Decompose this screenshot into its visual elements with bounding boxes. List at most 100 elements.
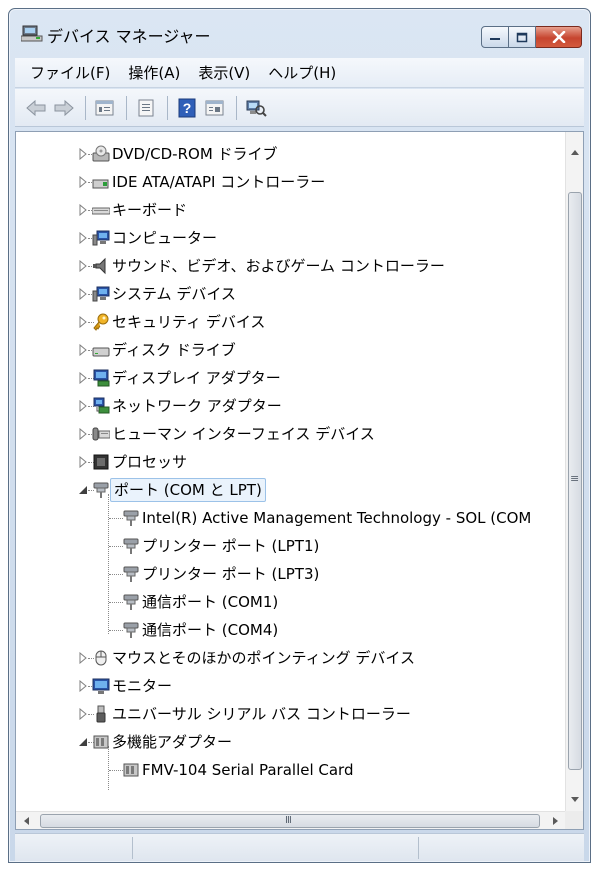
scroll-left-arrow-icon[interactable] xyxy=(22,816,30,826)
menu-file[interactable]: ファイル(F) xyxy=(21,62,119,83)
system-device-icon xyxy=(92,286,110,302)
device-tree-panel[interactable]: DVD/CD-ROM ドライブ IDE ATA/ATAPI コントローラー キーボー… xyxy=(15,131,584,830)
tree-item-label: コンピューター xyxy=(112,229,218,247)
view-icon xyxy=(205,100,224,115)
expand-arrow-icon[interactable] xyxy=(78,204,88,216)
device-tree[interactable]: DVD/CD-ROM ドライブ IDE ATA/ATAPI コントローラー キーボー… xyxy=(16,132,565,813)
scroll-grip-icon: Ⅲ xyxy=(285,815,292,826)
port-icon xyxy=(123,566,139,582)
tree-item-device[interactable]: FMV-104 Serial Parallel Card xyxy=(16,756,565,784)
expand-arrow-icon[interactable] xyxy=(78,680,88,692)
tree-item-label: Intel(R) Active Management Technology - … xyxy=(142,509,532,527)
tree-item-category[interactable]: セキュリティ デバイス xyxy=(16,308,565,336)
show-hidden-button[interactable] xyxy=(92,95,118,121)
hid-icon xyxy=(92,427,110,441)
tree-item-label: 多機能アダプター xyxy=(112,733,233,751)
back-button[interactable] xyxy=(23,95,49,121)
maximize-button[interactable] xyxy=(509,26,536,48)
expand-arrow-icon[interactable] xyxy=(78,344,88,356)
tree-item-category[interactable]: ユニバーサル シリアル バス コントローラー xyxy=(16,700,565,728)
scan-hardware-button[interactable] xyxy=(243,95,269,121)
tree-item-category[interactable]: ディスプレイ アダプター xyxy=(16,364,565,392)
tree-item-category[interactable]: キーボード xyxy=(16,196,565,224)
scrollbar-corner xyxy=(565,811,583,829)
forward-button[interactable] xyxy=(51,95,77,121)
show-hidden-icon xyxy=(95,100,114,115)
expand-arrow-icon[interactable] xyxy=(78,148,88,160)
menu-action[interactable]: 操作(A) xyxy=(119,62,189,83)
help-button[interactable]: ? xyxy=(174,95,200,121)
collapse-arrow-icon[interactable] xyxy=(78,736,88,748)
close-button[interactable] xyxy=(536,26,582,48)
tree-item-category[interactable]: ポート (COM と LPT) xyxy=(16,476,565,504)
tree-item-device[interactable]: プリンター ポート (LPT1) xyxy=(16,532,565,560)
vertical-scrollbar[interactable]: ≡ xyxy=(565,132,583,813)
multifunction-adapter-icon xyxy=(93,735,109,749)
processor-icon xyxy=(93,454,109,470)
back-arrow-icon xyxy=(26,99,46,116)
expand-arrow-icon[interactable] xyxy=(78,372,88,384)
tree-item-label: 通信ポート (COM1) xyxy=(142,593,279,611)
usb-icon xyxy=(96,705,106,723)
expand-arrow-icon[interactable] xyxy=(78,176,88,188)
expand-arrow-icon[interactable] xyxy=(78,316,88,328)
expand-arrow-icon[interactable] xyxy=(78,428,88,440)
window-title: デバイス マネージャー xyxy=(47,27,211,46)
tree-item-category[interactable]: サウンド、ビデオ、およびゲーム コントローラー xyxy=(16,252,565,280)
tree-item-device[interactable]: 通信ポート (COM4) xyxy=(16,616,565,644)
menu-bar: ファイル(F) 操作(A) 表示(V) ヘルプ(H) xyxy=(15,58,584,88)
expand-arrow-icon[interactable] xyxy=(78,456,88,468)
tree-item-label: ディスク ドライブ xyxy=(112,341,236,359)
scroll-down-arrow-icon[interactable] xyxy=(570,796,580,804)
dvd-drive-icon xyxy=(92,145,110,162)
status-cell xyxy=(15,837,133,859)
tree-guide-line xyxy=(109,518,123,519)
expand-arrow-icon[interactable] xyxy=(78,232,88,244)
maximize-icon xyxy=(516,32,528,42)
tree-item-device[interactable]: プリンター ポート (LPT3) xyxy=(16,560,565,588)
scan-hardware-icon xyxy=(246,100,267,117)
expand-arrow-icon[interactable] xyxy=(78,400,88,412)
status-bar xyxy=(15,833,584,861)
tree-item-category[interactable]: ネットワーク アダプター xyxy=(16,392,565,420)
tree-item-category[interactable]: システム デバイス xyxy=(16,280,565,308)
toolbar-separator xyxy=(126,95,127,120)
menu-help[interactable]: ヘルプ(H) xyxy=(259,62,345,83)
toolbar-separator xyxy=(85,95,86,120)
collapse-arrow-icon[interactable] xyxy=(78,484,88,496)
tree-item-label: モニター xyxy=(112,677,173,695)
vertical-scroll-thumb[interactable]: ≡ xyxy=(568,192,582,770)
port-icon xyxy=(123,622,139,638)
horizontal-scrollbar[interactable]: Ⅲ xyxy=(16,811,565,829)
tree-item-category[interactable]: IDE ATA/ATAPI コントローラー xyxy=(16,168,565,196)
port-icon xyxy=(123,594,139,610)
expand-arrow-icon[interactable] xyxy=(78,260,88,272)
scroll-up-arrow-icon[interactable] xyxy=(570,148,580,156)
tree-item-category[interactable]: コンピューター xyxy=(16,224,565,252)
tree-guide-line xyxy=(109,574,123,575)
device-manager-window: デバイス マネージャー ファイル(F) 操作(A) 表示(V) ヘルプ(H) ?… xyxy=(8,8,591,863)
tree-item-category[interactable]: マウスとそのほかのポインティング デバイス xyxy=(16,644,565,672)
tree-item-device[interactable]: Intel(R) Active Management Technology - … xyxy=(16,504,565,532)
tree-item-label: ポート (COM と LPT) xyxy=(110,478,266,502)
tree-item-category[interactable]: ヒューマン インターフェイス デバイス xyxy=(16,420,565,448)
close-icon xyxy=(552,31,565,43)
menu-view[interactable]: 表示(V) xyxy=(189,62,259,83)
title-bar[interactable]: デバイス マネージャー xyxy=(9,9,590,53)
multifunction-adapter-icon xyxy=(123,763,139,777)
tree-item-category[interactable]: 多機能アダプター xyxy=(16,728,565,756)
expand-arrow-icon[interactable] xyxy=(78,288,88,300)
horizontal-scroll-thumb[interactable]: Ⅲ xyxy=(40,814,540,828)
scroll-right-arrow-icon[interactable] xyxy=(552,816,560,826)
tree-item-category[interactable]: プロセッサ xyxy=(16,448,565,476)
tree-item-device[interactable]: 通信ポート (COM1) xyxy=(16,588,565,616)
expand-arrow-icon[interactable] xyxy=(78,652,88,664)
view-button[interactable] xyxy=(202,95,228,121)
tree-item-category[interactable]: ディスク ドライブ xyxy=(16,336,565,364)
expand-arrow-icon[interactable] xyxy=(78,708,88,720)
tree-item-category[interactable]: DVD/CD-ROM ドライブ xyxy=(16,140,565,168)
tree-item-category[interactable]: モニター xyxy=(16,672,565,700)
properties-button[interactable] xyxy=(133,95,159,121)
minimize-button[interactable] xyxy=(481,26,509,48)
tree-item-label: プロセッサ xyxy=(112,453,188,471)
